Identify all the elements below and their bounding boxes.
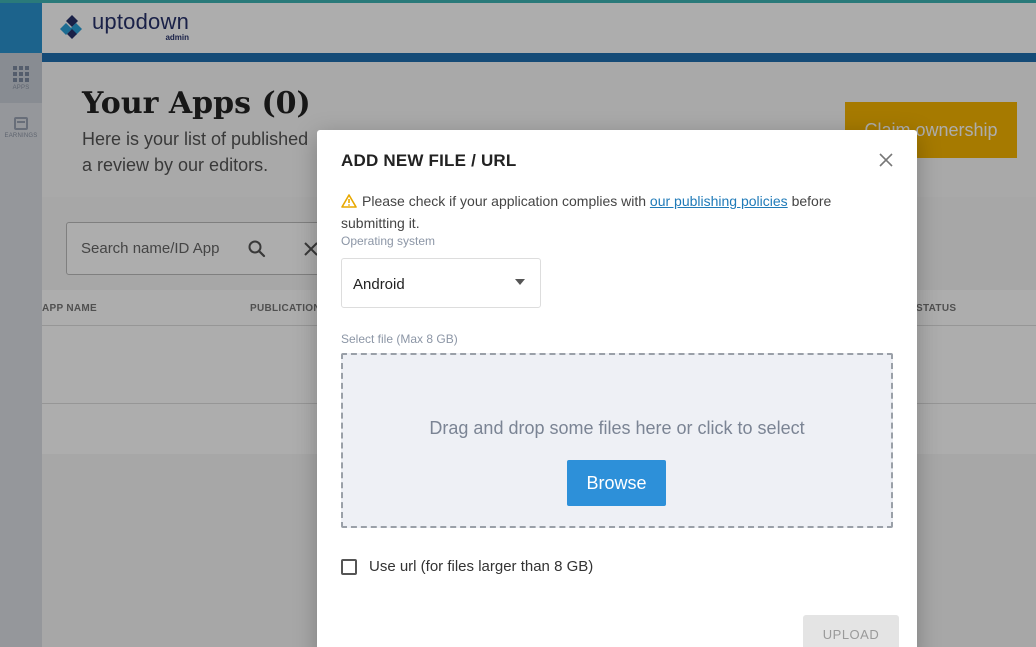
warning-icon	[341, 194, 357, 208]
os-selected-value: Android	[353, 276, 405, 293]
dropzone-text: Drag and drop some files here or click t…	[429, 418, 805, 438]
add-file-dialog: ADD NEW FILE / URL Please check if your …	[317, 130, 917, 647]
publishing-policies-link[interactable]: our publishing policies	[650, 193, 788, 209]
browse-button[interactable]: Browse	[567, 460, 666, 506]
dialog-title: ADD NEW FILE / URL	[341, 151, 517, 170]
policy-notice: Please check if your application complie…	[341, 190, 881, 234]
chevron-down-icon	[515, 279, 525, 285]
upload-button[interactable]: UPLOAD	[803, 615, 899, 647]
use-url-option[interactable]: Use url (for files larger than 8 GB)	[341, 558, 593, 575]
file-dropzone[interactable]: Drag and drop some files here or click t…	[341, 353, 893, 528]
file-label: Select file (Max 8 GB)	[341, 332, 458, 346]
os-select[interactable]: Android	[341, 258, 541, 308]
use-url-checkbox[interactable]	[341, 558, 357, 575]
os-label: Operating system	[341, 234, 436, 248]
close-icon[interactable]	[877, 151, 895, 169]
use-url-label[interactable]: Use url (for files larger than 8 GB)	[369, 558, 593, 575]
notice-text-before: Please check if your application complie…	[362, 193, 650, 209]
